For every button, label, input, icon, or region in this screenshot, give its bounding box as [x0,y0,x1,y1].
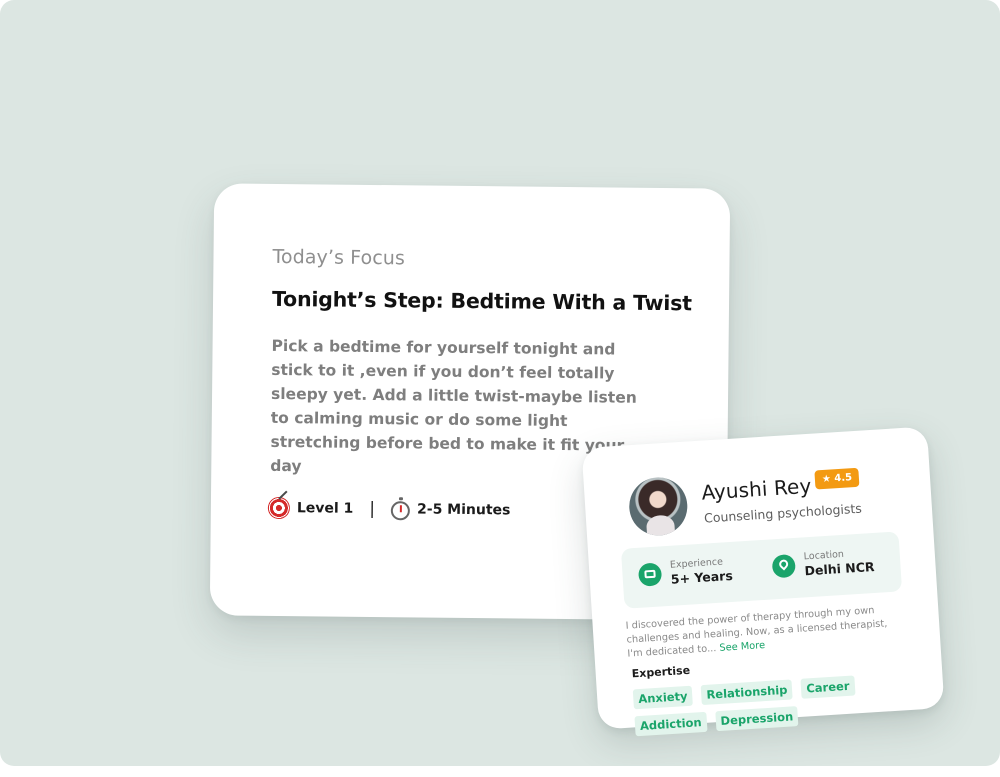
experience-value: 5+ Years [670,567,734,587]
avatar [627,475,690,538]
therapist-bio: I discovered the power of therapy throug… [625,602,903,661]
expertise-tag[interactable]: Relationship [700,679,794,706]
location-info: Location Delhi NCR [771,547,875,580]
therapist-name: Ayushi Rey [700,473,813,505]
rating-badge: ★ 4.5 [814,467,860,490]
focus-meta-row: Level 1 | 2-5 Minutes [267,496,511,522]
meta-separator: | [369,498,376,520]
therapist-role: Counseling psychologists [703,500,863,526]
therapist-profile-card[interactable]: Ayushi Rey ★ 4.5 Counseling psychologist… [581,426,945,737]
canvas-background: Today’s Focus Tonight’s Step: Bedtime Wi… [0,0,1000,766]
expertise-tag[interactable]: Depression [714,706,799,732]
expertise-heading: Expertise [631,663,691,681]
duration-label: 2-5 Minutes [416,501,511,519]
expertise-tag[interactable]: Career [800,675,856,699]
location-pin-icon [771,553,796,579]
expertise-tag[interactable]: Addiction [634,711,708,737]
level-label: Level 1 [296,500,354,517]
briefcase-icon [637,562,663,587]
location-value: Delhi NCR [804,558,875,579]
target-icon [267,496,290,520]
focus-eyebrow: Today’s Focus [272,245,406,270]
expertise-tag[interactable]: Anxiety [632,685,694,710]
therapist-info-box: Experience 5+ Years Location Delhi NCR [620,531,903,609]
see-more-link[interactable]: See More [719,640,765,654]
focus-title: Tonight’s Step: Bedtime With a Twist [271,286,692,316]
stopwatch-icon [390,500,411,520]
expertise-tags: Anxiety Relationship Career Addiction De… [632,674,885,737]
experience-info: Experience 5+ Years [637,556,734,589]
